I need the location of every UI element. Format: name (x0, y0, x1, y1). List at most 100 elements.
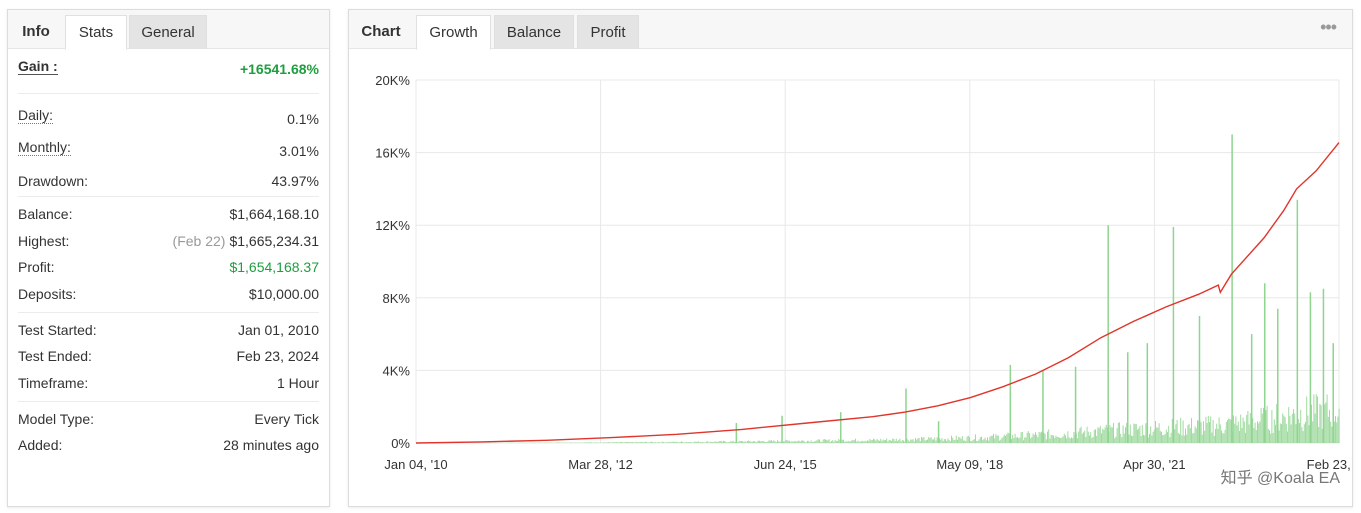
bar (1217, 428, 1219, 443)
bar (702, 441, 704, 443)
bar (863, 441, 865, 443)
tab-profit[interactable]: Profit (577, 15, 639, 49)
test-ended-label: Test Ended: (18, 348, 92, 364)
bar-spike (1250, 334, 1253, 443)
bar (981, 436, 982, 443)
bar (767, 441, 769, 443)
bar (1248, 424, 1250, 443)
bar (1203, 421, 1204, 443)
stats-tabbar: Info Stats General (8, 10, 329, 50)
bar-spike (937, 421, 940, 443)
bar (766, 442, 768, 443)
bar (1179, 434, 1180, 443)
tab-stats[interactable]: Stats (65, 15, 127, 50)
bar (745, 442, 747, 443)
bar (870, 440, 872, 443)
bar (613, 442, 615, 443)
bar (1162, 435, 1164, 443)
bar (969, 436, 970, 443)
bar (1017, 437, 1018, 443)
bar-spike (1322, 288, 1325, 443)
tab-balance[interactable]: Balance (494, 15, 574, 49)
bar (609, 442, 610, 443)
bar (1335, 416, 1336, 443)
bar (1236, 425, 1238, 443)
more-dots-icon[interactable]: ••• (1320, 18, 1337, 36)
bar (961, 436, 963, 443)
bar (1086, 426, 1088, 443)
bar (1291, 413, 1293, 443)
bar-spike (1074, 366, 1077, 443)
bar (1218, 417, 1220, 443)
monthly-label[interactable]: Monthly: (18, 140, 71, 156)
bar (749, 441, 751, 443)
daily-label[interactable]: Daily: (18, 108, 54, 124)
bar (624, 442, 626, 443)
bar-spike (1172, 227, 1175, 443)
bar (1263, 407, 1264, 443)
bar (893, 438, 895, 443)
highest-value: $1,665,234.31 (229, 232, 319, 249)
bar (616, 442, 618, 443)
bar (1311, 404, 1312, 443)
bar (1229, 418, 1231, 443)
bar (1192, 433, 1194, 443)
bar (862, 440, 864, 443)
bar (1234, 423, 1236, 443)
bar (853, 440, 855, 443)
tab-general[interactable]: General (129, 15, 207, 49)
bar (1030, 438, 1032, 443)
bar (1073, 431, 1075, 443)
bar (733, 441, 735, 443)
bar (841, 439, 843, 443)
bar (1000, 439, 1002, 443)
test-started-label: Test Started: (18, 321, 97, 338)
chart-grid (415, 79, 1340, 444)
bar (889, 440, 891, 443)
bar (1061, 437, 1063, 443)
y-tick-label: 20K% (375, 73, 410, 88)
bar (856, 441, 858, 443)
bar (1026, 432, 1028, 443)
bar-spike (781, 415, 783, 443)
bar (1029, 433, 1030, 443)
bar (639, 442, 640, 443)
bar (673, 441, 675, 443)
stat-model-type: Model Type: Every Tick (18, 406, 319, 433)
bar (809, 442, 811, 443)
bar (612, 442, 614, 443)
bar (930, 437, 932, 443)
bar (881, 440, 883, 443)
bar (1055, 435, 1057, 443)
bar (1033, 434, 1035, 443)
bar (1099, 425, 1101, 443)
bar-spike (839, 412, 842, 443)
bar (1228, 418, 1230, 443)
bar (949, 441, 951, 443)
bar (1150, 426, 1152, 443)
tab-growth[interactable]: Growth (416, 15, 491, 50)
bar (1102, 428, 1104, 443)
bar (1257, 421, 1258, 443)
bar (1139, 426, 1141, 443)
bar (1065, 435, 1066, 443)
bar (774, 441, 776, 443)
bar (888, 439, 890, 443)
bar-spike (1042, 370, 1044, 443)
bar (762, 441, 764, 443)
bar (1157, 427, 1159, 443)
bar (1287, 431, 1288, 443)
gain-label[interactable]: Gain : (18, 59, 58, 75)
bar (1270, 433, 1272, 443)
bar (1113, 423, 1114, 443)
bar (1089, 435, 1090, 443)
bar (899, 438, 901, 443)
bar (869, 438, 871, 443)
bar (1181, 435, 1183, 443)
bar (705, 442, 706, 443)
bar (821, 442, 823, 443)
bar (1105, 424, 1107, 443)
bar (793, 440, 795, 443)
bar (1272, 433, 1274, 443)
test-started-value: Jan 01, 2010 (238, 321, 319, 338)
